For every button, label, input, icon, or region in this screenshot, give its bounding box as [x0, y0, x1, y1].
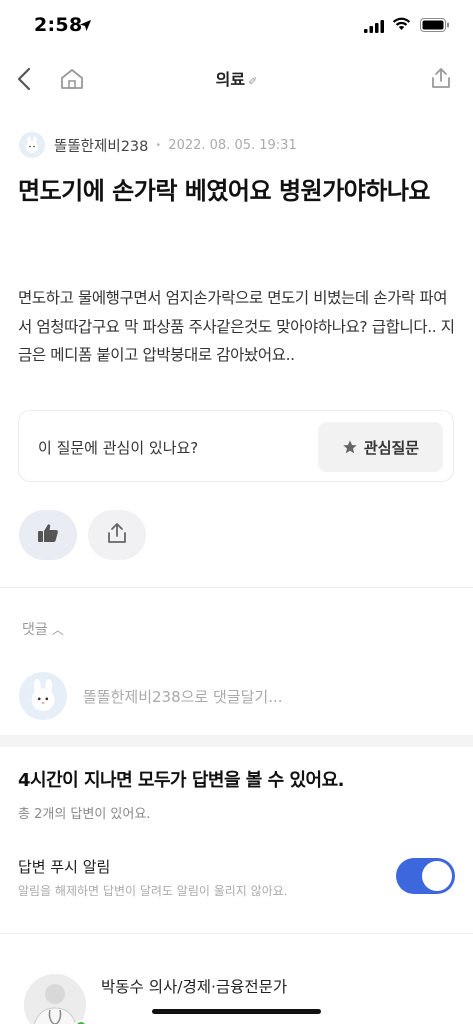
signal-icon — [364, 18, 384, 37]
top-nav: 의료 ✐ — [0, 56, 473, 102]
like-button[interactable] — [19, 510, 77, 560]
comments-toggle-label: 댓글 — [22, 622, 48, 638]
star-icon — [342, 439, 358, 455]
separator-dot: • — [155, 139, 162, 151]
status-time: 2:58 — [34, 14, 83, 36]
interest-button-label: 관심질문 — [363, 438, 420, 457]
avatar-bunny-icon — [19, 672, 67, 720]
divider — [0, 933, 473, 934]
answers-count: 총 2개의 답변이 있어요. — [18, 807, 151, 822]
comment-input-row[interactable]: 똘똘한제비238으로 댓글달기... — [19, 671, 283, 721]
question-author[interactable]: 똘똘한제비238 • 2022. 08. 05. 19:31 — [19, 131, 297, 159]
nav-title-text: 의료 — [215, 70, 246, 89]
expert-name: 박동수 의사/경제·금융전문가 — [101, 978, 288, 996]
answers-title: 4시간이 지나면 모두가 답변을 볼 수 있어요. — [18, 770, 344, 791]
chevron-up-icon: ︿ — [51, 622, 64, 637]
interest-card: 이 질문에 관심이 있나요? 관심질문 — [18, 410, 454, 482]
interest-button[interactable]: 관심질문 — [318, 422, 443, 472]
nav-title: 의료 ✐ — [0, 66, 473, 90]
author-name: 똘똘한제비238 — [54, 138, 149, 155]
toggle-knob — [422, 861, 452, 891]
share-icon — [106, 522, 128, 548]
post-date: 2022. 08. 05. 19:31 — [168, 137, 297, 153]
location-arrow-icon — [79, 17, 92, 36]
battery-icon — [420, 17, 450, 36]
push-description: 알림을 해제하면 답변이 달려도 알림이 울리지 않아요. — [18, 884, 288, 898]
push-toggle[interactable] — [396, 858, 455, 894]
interest-prompt: 이 질문에 관심이 있나요? — [38, 439, 199, 457]
push-label: 답변 푸시 알림 — [18, 858, 111, 876]
expert-avatar — [24, 974, 86, 1024]
wifi-icon — [392, 16, 411, 35]
status-bar: 2:58 — [0, 0, 473, 52]
verified-badge — [74, 1020, 88, 1024]
thumbs-up-icon — [37, 523, 59, 547]
question-title: 면도기에 손가락 베였어요 병원가야하나요 — [18, 177, 431, 205]
share-button[interactable] — [88, 510, 146, 560]
section-gap — [0, 735, 473, 747]
divider — [0, 587, 473, 588]
home-indicator — [152, 1009, 321, 1014]
share-icon[interactable] — [427, 64, 455, 92]
avatar-bunny-icon — [19, 132, 45, 158]
question-body: 면도하고 물에행구면서 엄지손가락으로 면도기 비볐는데 손가락 파여서 엄청따… — [18, 289, 455, 364]
comments-toggle[interactable]: 댓글 ︿ — [22, 619, 64, 639]
comment-input[interactable]: 똘똘한제비238으로 댓글달기... — [83, 686, 283, 707]
sparkle-icon: ✐ — [248, 75, 258, 88]
